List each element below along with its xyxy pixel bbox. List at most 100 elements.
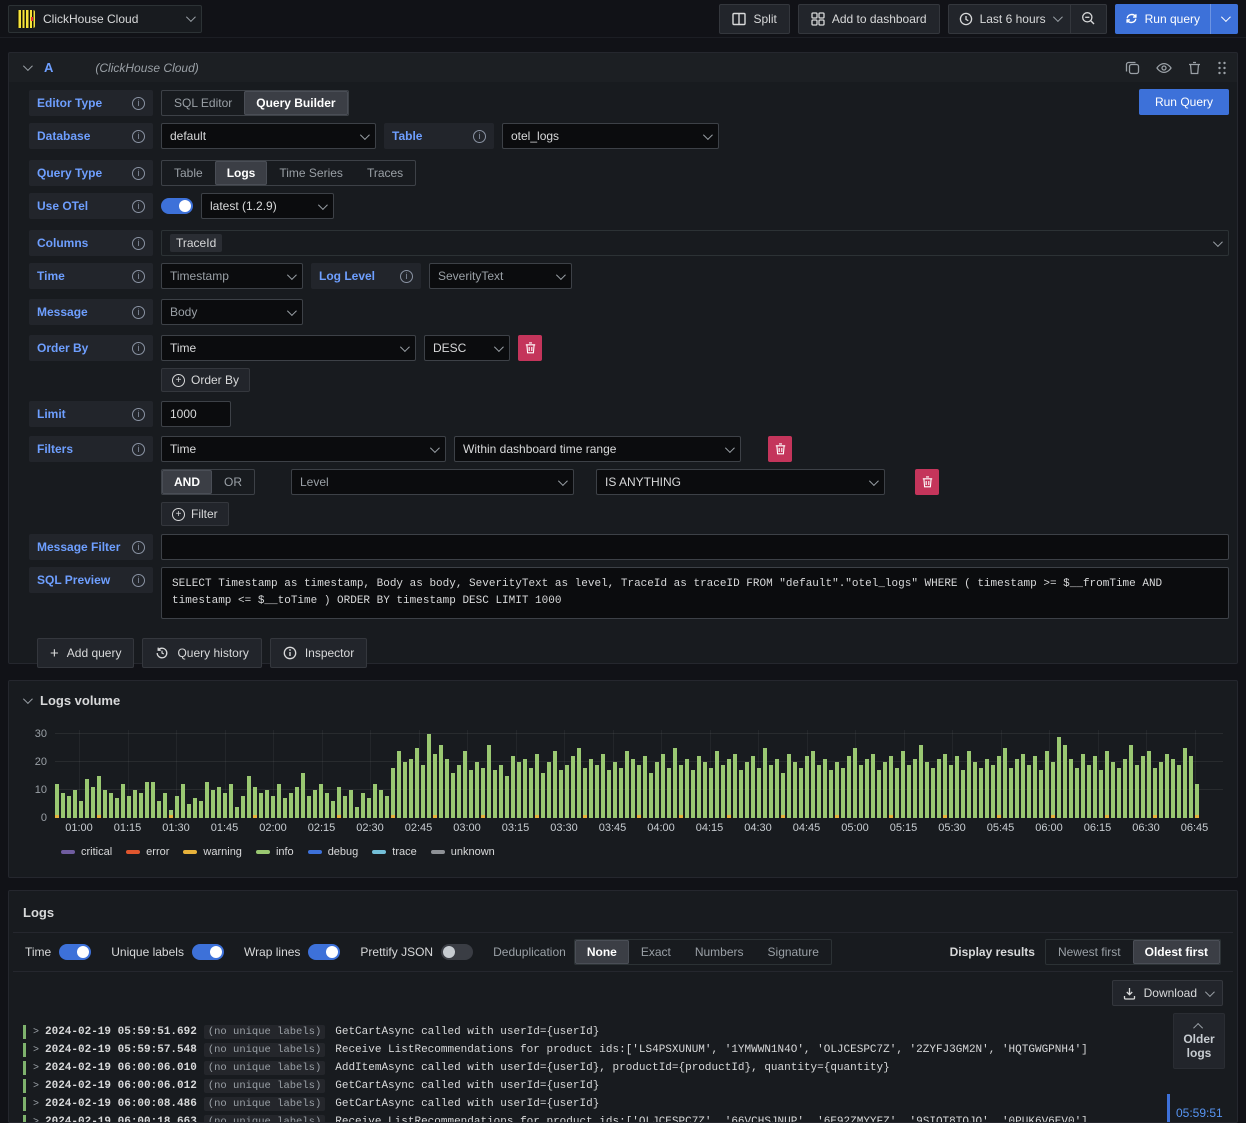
volume-bar[interactable]	[1177, 764, 1181, 818]
collapse-chevron-icon[interactable]	[22, 61, 33, 72]
volume-bar[interactable]	[817, 764, 821, 818]
option-newest-first[interactable]: Newest first	[1046, 940, 1133, 964]
query-row-header[interactable]: A (ClickHouse Cloud)	[9, 53, 1237, 82]
volume-bar[interactable]	[145, 781, 149, 818]
volume-bar[interactable]	[781, 773, 785, 818]
option-query-builder[interactable]: Query Builder	[244, 91, 348, 115]
legend-item-info[interactable]: info	[255, 846, 294, 858]
volume-bar[interactable]	[283, 798, 287, 818]
volume-bar[interactable]	[61, 792, 65, 818]
volume-bar[interactable]	[811, 750, 815, 818]
volume-bar[interactable]	[1159, 762, 1163, 818]
option-signature[interactable]: Signature	[756, 940, 831, 964]
volume-bar[interactable]	[217, 787, 221, 818]
volume-bar[interactable]	[349, 790, 353, 818]
volume-bar[interactable]	[271, 795, 275, 818]
limit-input[interactable]: 1000	[161, 401, 231, 427]
volume-bar[interactable]	[775, 759, 779, 818]
panel-run-query-button[interactable]: Run Query	[1138, 89, 1229, 115]
volume-bar[interactable]	[991, 764, 995, 818]
option-traces[interactable]: Traces	[355, 161, 415, 185]
volume-bar[interactable]	[727, 759, 731, 818]
volume-bar[interactable]	[715, 750, 719, 818]
volume-bar[interactable]	[223, 792, 227, 818]
volume-bar[interactable]	[139, 792, 143, 818]
volume-bar[interactable]	[355, 806, 359, 818]
hide-response-eye-icon[interactable]	[1156, 62, 1172, 74]
prettify-json-toggle[interactable]	[441, 944, 474, 960]
volume-bar[interactable]	[853, 748, 857, 818]
volume-bar[interactable]	[607, 770, 611, 818]
run-query-options-button[interactable]	[1211, 4, 1238, 34]
volume-bar[interactable]	[433, 753, 437, 818]
volume-bar[interactable]	[307, 795, 311, 818]
volume-bar[interactable]	[85, 778, 89, 818]
table-select[interactable]: otel_logs	[502, 123, 719, 149]
volume-bar[interactable]	[1015, 759, 1019, 818]
remove-filter-row-button[interactable]	[915, 469, 939, 495]
volume-bar[interactable]	[133, 790, 137, 818]
volume-bar[interactable]	[901, 750, 905, 818]
volume-bar[interactable]	[967, 750, 971, 818]
volume-bar[interactable]	[955, 756, 959, 818]
volume-bar[interactable]	[493, 770, 497, 818]
volume-bar[interactable]	[925, 762, 929, 818]
option-none[interactable]: None	[574, 940, 629, 964]
volume-bar[interactable]	[1033, 756, 1037, 818]
unique-labels-toggle[interactable]	[191, 944, 224, 960]
volume-bar[interactable]	[73, 790, 77, 818]
zoom-out-time-button[interactable]	[1071, 5, 1106, 33]
volume-bar[interactable]	[451, 773, 455, 818]
volume-bar[interactable]	[829, 770, 833, 818]
volume-bar[interactable]	[529, 767, 533, 818]
remove-query-trash-icon[interactable]	[1188, 61, 1201, 75]
volume-bar[interactable]	[169, 809, 173, 818]
volume-bar[interactable]	[295, 787, 299, 818]
volume-bar[interactable]	[655, 762, 659, 818]
volume-bar[interactable]	[895, 767, 899, 818]
duplicate-query-icon[interactable]	[1125, 60, 1140, 75]
volume-bar[interactable]	[589, 759, 593, 818]
message-column-select[interactable]: Body	[161, 299, 303, 325]
add-query-button[interactable]: + Add query	[37, 638, 135, 668]
volume-bar[interactable]	[907, 764, 911, 818]
volume-bar[interactable]	[1129, 745, 1133, 818]
volume-bar[interactable]	[475, 762, 479, 818]
volume-bar[interactable]	[763, 748, 767, 818]
volume-bar[interactable]	[181, 784, 185, 818]
volume-bar[interactable]	[937, 759, 941, 818]
volume-bar[interactable]	[481, 767, 485, 818]
volume-bar[interactable]	[121, 784, 125, 818]
remove-order-by-button[interactable]	[518, 335, 542, 361]
volume-bar[interactable]	[301, 773, 305, 818]
volume-bar[interactable]	[1171, 759, 1175, 818]
volume-bar[interactable]	[619, 767, 623, 818]
volume-bar[interactable]	[265, 790, 269, 818]
volume-bar[interactable]	[961, 770, 965, 818]
volume-bar[interactable]	[115, 798, 119, 818]
volume-bar[interactable]	[631, 759, 635, 818]
option-exact[interactable]: Exact	[629, 940, 683, 964]
volume-bar[interactable]	[577, 748, 581, 818]
volume-bar[interactable]	[505, 776, 509, 818]
volume-bar[interactable]	[1093, 756, 1097, 818]
message-filter-input[interactable]	[161, 534, 1229, 560]
volume-bar[interactable]	[745, 762, 749, 818]
option-numbers[interactable]: Numbers	[683, 940, 756, 964]
order-by-field-select[interactable]: Time	[161, 335, 416, 361]
info-icon[interactable]: i	[132, 269, 145, 283]
filter-operator-select[interactable]: IS ANYTHING	[596, 469, 885, 495]
volume-bar[interactable]	[943, 753, 947, 818]
time-column-select[interactable]: Timestamp	[161, 263, 303, 289]
expand-row-icon[interactable]: >	[33, 1063, 45, 1074]
volume-bar[interactable]	[1057, 736, 1061, 818]
volume-bar[interactable]	[949, 764, 953, 818]
volume-bar[interactable]	[661, 753, 665, 818]
volume-bar[interactable]	[325, 792, 329, 818]
volume-bar[interactable]	[79, 801, 83, 818]
volume-bar[interactable]	[691, 770, 695, 818]
volume-bar[interactable]	[1141, 756, 1145, 818]
volume-bar[interactable]	[1123, 759, 1127, 818]
volume-bar[interactable]	[805, 756, 809, 818]
volume-bar[interactable]	[721, 764, 725, 818]
